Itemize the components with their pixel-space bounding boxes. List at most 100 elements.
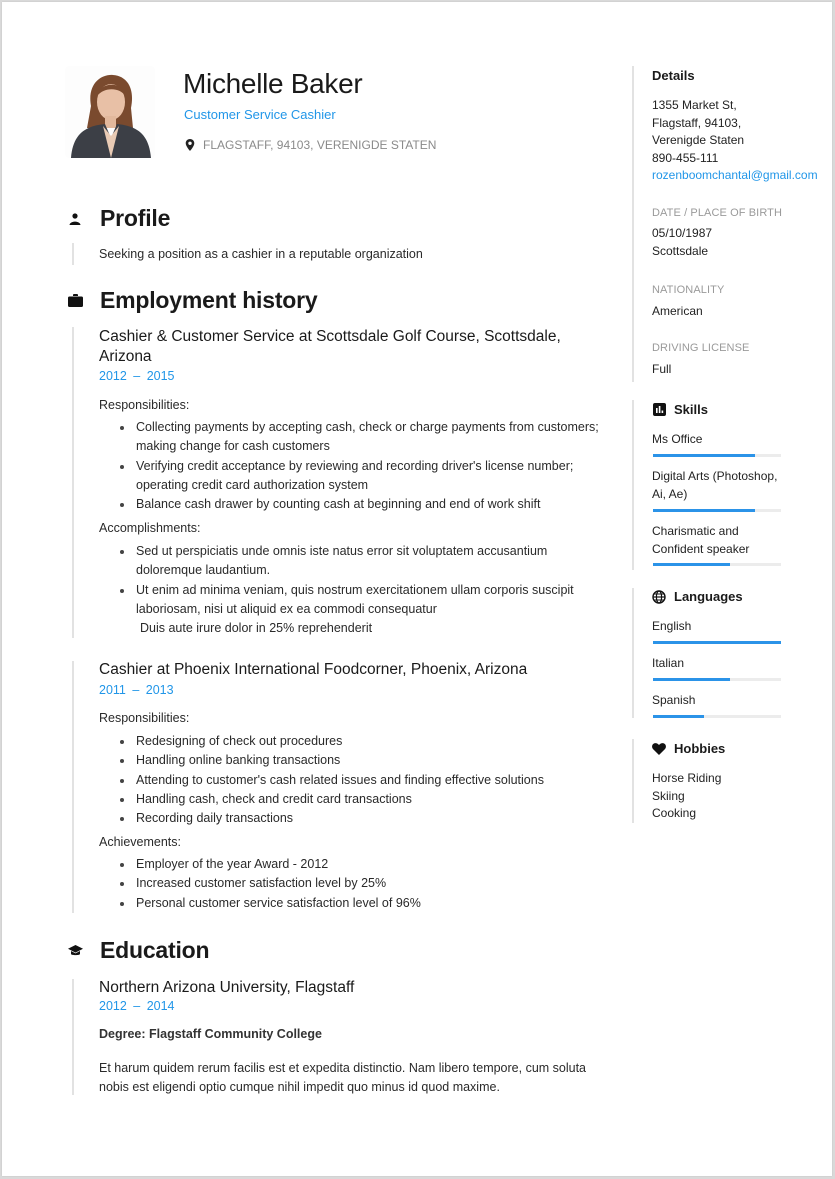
person-icon xyxy=(66,210,84,228)
skill-level-fill xyxy=(653,509,756,512)
birth-place: Scottsdale xyxy=(652,243,709,258)
section-rule xyxy=(72,979,74,1095)
list-item: Personal customer service satisfaction l… xyxy=(120,894,606,913)
section-rule xyxy=(72,327,74,638)
location-text: FLAGSTAFF, 94103, VERENIGDE STATEN xyxy=(203,138,437,152)
details-heading-text: Details xyxy=(652,68,695,83)
employment-section-heading: Employment history xyxy=(66,287,318,314)
profile-photo xyxy=(65,66,155,158)
list-item: Ut enim ad minima veniam, quis nostrum e… xyxy=(120,581,606,620)
hobby-item: Cooking xyxy=(652,806,697,821)
hobbies-heading: Hobbies xyxy=(652,741,725,756)
language-level-bar xyxy=(653,715,781,718)
job-entry-dates: 2012 – 2015 xyxy=(99,369,175,383)
job-entry-dates: 2011 – 2013 xyxy=(99,683,174,697)
details-block: 1355 Market St, Flagstaff, 94103, Vereni… xyxy=(652,97,822,185)
skill-level-bar xyxy=(653,509,781,512)
list-item: Attending to customer's cash related iss… xyxy=(120,771,606,790)
job-title: Customer Service Cashier xyxy=(184,107,336,122)
birth-block: 05/10/1987 Scottsdale xyxy=(652,225,822,260)
skill-level-bar xyxy=(653,454,781,457)
section-rule xyxy=(72,243,74,265)
group-label: Accomplishments: xyxy=(99,521,201,535)
language-name: Italian xyxy=(652,656,685,670)
list-item: Redesigning of check out procedures xyxy=(120,732,606,751)
hobbies-list: Horse Riding Skiing Cooking xyxy=(652,770,822,823)
skills-heading-text: Skills xyxy=(674,402,708,417)
driving-license-label: DRIVING LICENSE xyxy=(652,342,750,354)
list-item: Collecting payments by accepting cash, c… xyxy=(120,418,606,457)
nationality-label: NATIONALITY xyxy=(652,284,725,296)
list-item: Increased customer satisfaction level by… xyxy=(120,874,606,893)
phone-number: 890-455-111 xyxy=(652,150,719,165)
list-item: Employer of the year Award - 2012 xyxy=(120,855,606,874)
email-link[interactable]: rozenboomchantal@gmail.com xyxy=(652,167,822,185)
job-entry-title: Cashier at Phoenix International Foodcor… xyxy=(99,661,528,678)
hobbies-heading-text: Hobbies xyxy=(674,741,726,756)
resume-page: Michelle Baker Customer Service Cashier … xyxy=(2,2,832,1176)
address-line: Verenigde Staten xyxy=(652,133,745,148)
group-label: Responsibilities: xyxy=(99,711,190,725)
globe-icon xyxy=(652,589,666,604)
language-level-fill xyxy=(653,678,730,681)
job-entry-title: Cashier & Customer Service at Scottsdale… xyxy=(99,328,561,365)
language-level-bar xyxy=(653,678,781,681)
list-item: Handling online banking transactions xyxy=(120,751,606,770)
education-entry-title: Northern Arizona University, Flagstaff xyxy=(99,979,355,996)
list-item: Recording daily transactions xyxy=(120,809,606,828)
list-item: Balance cash drawer by counting cash at … xyxy=(120,495,606,514)
employment-heading: Employment history xyxy=(100,287,318,313)
bullet-list: Sed ut perspiciatis unde omnis iste natu… xyxy=(120,542,606,620)
trailing-text: Duis aute irure dolor in 25% reprehender… xyxy=(140,621,373,635)
profile-heading: Profile xyxy=(100,205,171,231)
sidebar-rule xyxy=(632,66,634,382)
skill-name: Digital Arts (Photoshop, Ai, Ae) xyxy=(652,469,778,501)
education-description: Et harum quidem rerum facilis est et exp… xyxy=(99,1061,587,1095)
driving-license-value: Full xyxy=(652,362,672,376)
list-item: Sed ut perspiciatis unde omnis iste natu… xyxy=(120,542,606,581)
address-line: 1355 Market St, xyxy=(652,98,737,112)
list-item: Verifying credit acceptance by reviewing… xyxy=(120,457,606,496)
language-level-bar xyxy=(653,641,781,644)
candidate-name: Michelle Baker xyxy=(183,68,363,99)
map-pin-icon xyxy=(185,139,195,151)
education-entry-dates: 2012 – 2014 xyxy=(99,999,175,1013)
sidebar-rule xyxy=(632,400,634,570)
sidebar-rule xyxy=(632,588,634,718)
bullet-list: Collecting payments by accepting cash, c… xyxy=(120,418,606,514)
skill-level-bar xyxy=(653,563,781,566)
education-section-heading: Education xyxy=(66,937,210,964)
education-degree: Degree: Flagstaff Community College xyxy=(99,1027,322,1041)
skill-level-fill xyxy=(653,563,730,566)
skill-name: Ms Office xyxy=(652,432,703,446)
graduation-cap-icon xyxy=(66,942,84,960)
group-label: Responsibilities: xyxy=(99,398,190,412)
details-heading: Details xyxy=(652,68,695,83)
bar-chart-icon xyxy=(652,403,666,417)
birth-label: DATE / PLACE OF BIRTH xyxy=(652,207,783,219)
language-name: English xyxy=(652,619,692,633)
sidebar-rule xyxy=(632,739,634,823)
group-label: Achievements: xyxy=(99,835,181,849)
language-level-fill xyxy=(653,715,705,718)
bullet-list: Redesigning of check out procedures Hand… xyxy=(120,732,606,828)
profile-summary: Seeking a position as a cashier in a rep… xyxy=(99,247,423,261)
nationality-value: American xyxy=(652,304,703,318)
location: FLAGSTAFF, 94103, VERENIGDE STATEN xyxy=(185,138,436,152)
briefcase-icon xyxy=(66,292,84,310)
skills-heading: Skills xyxy=(652,402,708,417)
section-rule xyxy=(72,661,74,913)
language-level-fill xyxy=(653,641,781,644)
skill-name: Charismatic and Confident speaker xyxy=(652,524,750,556)
languages-heading-text: Languages xyxy=(674,589,743,604)
bullet-list: Employer of the year Award - 2012 Increa… xyxy=(120,855,606,913)
hobby-item: Horse Riding xyxy=(652,771,722,785)
language-name: Spanish xyxy=(652,693,696,707)
address-line: Flagstaff, 94103, xyxy=(652,115,742,130)
skill-level-fill xyxy=(653,454,756,457)
hobby-item: Skiing xyxy=(652,788,685,803)
education-heading: Education xyxy=(100,937,210,963)
list-item: Handling cash, check and credit card tra… xyxy=(120,790,606,809)
heart-icon xyxy=(652,742,666,756)
birth-date: 05/10/1987 xyxy=(652,226,713,240)
